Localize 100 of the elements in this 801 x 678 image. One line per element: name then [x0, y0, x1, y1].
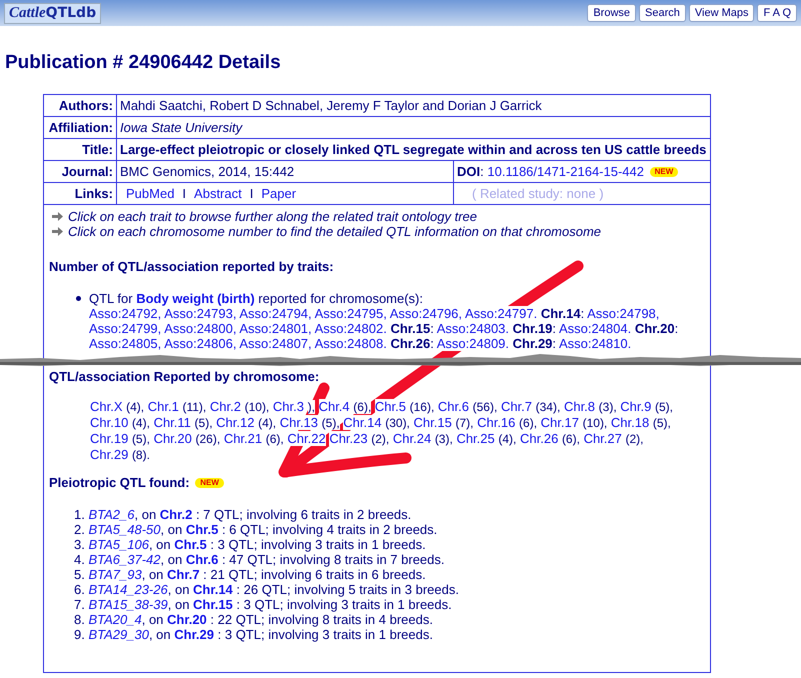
chromosome-link[interactable]: Chr.19 — [90, 431, 128, 446]
qtl-summary-text: : 47 QTL; involving 8 traits in 7 breeds. — [222, 552, 445, 567]
chromosome-link[interactable]: Chr.5 — [174, 537, 207, 552]
bullet-icon — [76, 296, 81, 301]
qtl-link[interactable]: BTA2_6 — [88, 507, 134, 522]
chromosome-link[interactable]: Chr.17 — [540, 415, 579, 430]
association-link[interactable]: Asso:24792, — [89, 306, 162, 321]
qtl-link[interactable]: BTA15_38-39 — [88, 597, 168, 612]
chromosome-link[interactable]: Chr.11 — [154, 415, 191, 430]
instruction-text: Click on each chromosome number to find the detailed QTL information on that chromosome — [68, 224, 602, 239]
association-link[interactable]: Asso:24810. — [558, 336, 632, 351]
chromosome-link[interactable]: Chr.7 — [167, 567, 200, 582]
association-link[interactable]: Asso:24798, — [587, 306, 660, 321]
count-text: (6), — [562, 432, 580, 446]
association-link[interactable]: Asso:24796, — [390, 306, 462, 321]
nav-button[interactable]: Search — [639, 4, 686, 22]
nav-button[interactable]: F A Q — [757, 4, 797, 22]
count-text: (56), — [472, 400, 498, 414]
chromosome-link[interactable]: Chr.6 — [438, 399, 469, 414]
chromosome-link[interactable]: Chr.15 — [193, 597, 233, 612]
field-label: Journal: — [44, 160, 116, 182]
publication-link[interactable]: Abstract — [194, 186, 242, 201]
qtl-summary-text: : 3 QTL; involving 3 traits in 1 breeds. — [236, 597, 452, 612]
section-heading: QTL/association Reported by chromosome: — [49, 369, 320, 384]
chromosome-link[interactable]: Chr.29 — [90, 447, 128, 462]
association-link[interactable]: Asso:24794, — [239, 306, 312, 321]
chromosome-link[interactable]: Chr.23 — [329, 431, 368, 446]
arrow-icon — [52, 227, 63, 236]
new-badge: NEW — [650, 167, 678, 177]
chromosome-link[interactable]: Chr.3 — [272, 399, 304, 414]
chromosome-link[interactable]: Chr.18 — [610, 415, 650, 430]
count-text: (5), — [654, 400, 673, 414]
qtl-link[interactable]: BTA20_4 — [88, 612, 142, 627]
nav-button[interactable]: View Maps — [688, 4, 754, 22]
chromosome-link[interactable]: Chr.5 — [374, 399, 406, 414]
site-logo[interactable]: CattleQTLdb — [4, 2, 102, 24]
chromosome-link[interactable]: Chr.2 — [210, 399, 241, 414]
related-study-text: ( Related study: none ) — [454, 182, 710, 204]
count-text: (4), — [126, 400, 144, 414]
qtl-link[interactable]: BTA7_93 — [88, 567, 142, 582]
chromosome-link[interactable]: Chr.20 — [154, 431, 192, 446]
chromosome-link[interactable]: Chr.2 — [160, 507, 192, 522]
chromosome-link[interactable]: Chr.21 — [224, 431, 262, 446]
item-text: , on — [142, 612, 164, 627]
association-link[interactable]: Asso:24808. — [314, 336, 387, 351]
chromosome-link[interactable]: Chr.14 — [193, 582, 233, 597]
association-link[interactable]: Asso:24797. — [464, 306, 538, 321]
chromosome-link[interactable]: Chr.X — [90, 399, 123, 414]
chromosome-link[interactable]: Chr.26 — [520, 431, 558, 446]
chromosome-label: Chr.19 — [512, 321, 552, 336]
association-link[interactable]: Asso:24800, — [164, 321, 236, 336]
publication-link[interactable]: Paper — [261, 186, 296, 201]
chromosome-link[interactable]: Chr.5 — [186, 522, 218, 537]
chromosome-link[interactable]: Chr.4 — [318, 399, 350, 414]
association-link[interactable]: Asso:24803. — [436, 321, 510, 336]
count-text: (30), — [385, 416, 410, 430]
chromosome-link[interactable]: Chr.13 — [280, 415, 318, 430]
chromosome-link[interactable]: Chr.14 — [343, 415, 382, 430]
publication-link[interactable]: PubMed — [126, 186, 174, 201]
item-number: 9. — [74, 627, 85, 642]
chromosome-link[interactable]: Chr.10 — [90, 415, 128, 430]
chromosome-link[interactable]: Chr.16 — [477, 415, 516, 430]
section-heading: Pleiotropic QTL found: — [49, 475, 190, 490]
association-link[interactable]: Asso:24804. — [558, 321, 632, 336]
chromosome-link[interactable]: Chr.6 — [186, 552, 218, 567]
chromosome-link[interactable]: Chr.9 — [620, 399, 652, 414]
qtl-link[interactable]: BTA29_30 — [88, 627, 149, 642]
item-number: 8. — [74, 612, 85, 627]
chromosome-link[interactable]: Chr.20 — [167, 612, 207, 627]
association-link[interactable]: Asso:24806, — [164, 336, 236, 351]
separator-text: I — [250, 186, 254, 201]
count-text: (2), — [626, 432, 644, 446]
qtl-link[interactable]: BTA6_37-42 — [88, 552, 160, 567]
association-link[interactable]: Asso:24799, — [89, 321, 162, 336]
chromosome-link[interactable]: Chr.1 — [148, 399, 179, 414]
association-link[interactable]: Asso:24795, — [314, 306, 387, 321]
association-link[interactable]: Asso:24793, — [164, 306, 236, 321]
association-link[interactable]: Asso:24802. — [314, 321, 387, 336]
chromosome-link[interactable]: Chr.29 — [174, 627, 214, 642]
association-link[interactable]: Asso:24807, — [239, 336, 312, 351]
nav-button[interactable]: Browse — [587, 4, 636, 22]
trait-link[interactable]: Body weight (birth) — [136, 291, 255, 306]
item-number: 7. — [74, 597, 85, 612]
qtl-link[interactable]: BTA14_23-26 — [88, 582, 168, 597]
chromosome-link[interactable]: Chr.22 — [287, 431, 326, 446]
qtl-link[interactable]: BTA5_48-50 — [88, 522, 160, 537]
chromosome-link[interactable]: Chr.15 — [414, 415, 452, 430]
chromosome-link[interactable]: Chr.8 — [564, 399, 596, 414]
association-link[interactable]: Asso:24809. — [436, 336, 510, 351]
association-link[interactable]: Asso:24805, — [89, 336, 162, 351]
item-text: , on — [148, 537, 171, 552]
chromosome-link[interactable]: Chr.27 — [584, 431, 622, 446]
chromosome-link[interactable]: Chr.7 — [500, 399, 532, 414]
chromosome-link[interactable]: Chr.25 — [456, 431, 495, 446]
qtl-link[interactable]: BTA5_106 — [88, 537, 149, 552]
association-link[interactable]: Asso:24801, — [239, 321, 312, 336]
item-number: 5. — [74, 567, 85, 582]
chromosome-link[interactable]: Chr.24 — [392, 431, 432, 446]
chromosome-link[interactable]: Chr.12 — [216, 415, 254, 430]
doi-link[interactable]: 10.1186/1471-2164-15-442 — [487, 164, 644, 179]
